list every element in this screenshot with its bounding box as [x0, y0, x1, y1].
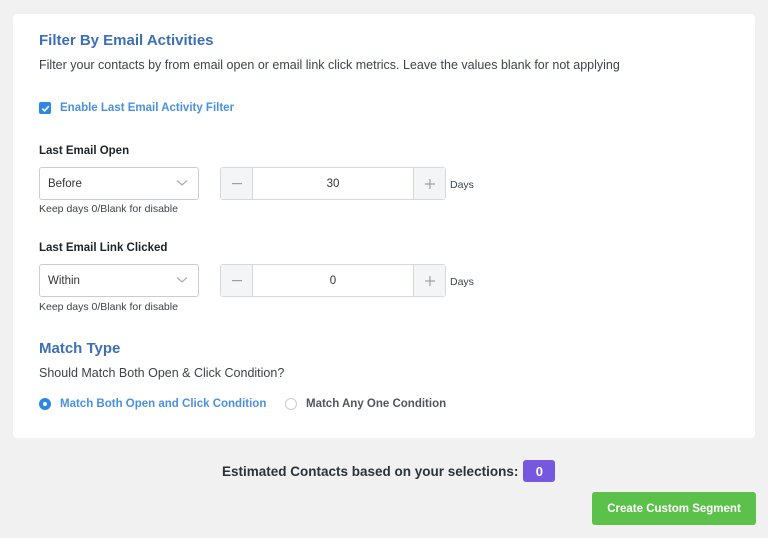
last-open-days-stepper[interactable]: 30 — [220, 167, 446, 200]
last-open-days-input[interactable]: 30 — [253, 168, 413, 199]
match-both-label[interactable]: Match Both Open and Click Condition — [60, 398, 266, 410]
last-click-days-input[interactable]: 0 — [253, 265, 413, 296]
estimate-row: Estimated Contacts based on your selecti… — [222, 460, 556, 482]
filter-description: Filter your contacts by from email open … — [39, 58, 620, 72]
last-open-label: Last Email Open — [39, 145, 130, 157]
chevron-down-icon — [176, 180, 188, 186]
filter-card: Filter By Email Activities Filter your c… — [13, 14, 755, 438]
match-any-label[interactable]: Match Any One Condition — [306, 398, 446, 410]
enable-filter-row[interactable]: Enable Last Email Activity Filter — [39, 102, 234, 114]
match-type-title: Match Type — [39, 340, 121, 357]
last-click-days-stepper[interactable]: 0 — [220, 264, 446, 297]
last-open-select-value: Before — [48, 177, 82, 190]
last-click-select[interactable]: Within — [39, 264, 199, 297]
check-icon — [41, 105, 49, 112]
filter-title: Filter By Email Activities — [39, 32, 214, 49]
last-click-label: Last Email Link Clicked — [39, 242, 168, 254]
days-unit-label: Days — [450, 179, 474, 191]
plus-icon — [424, 275, 435, 286]
last-open-hint: Keep days 0/Blank for disable — [39, 203, 178, 215]
match-any-option[interactable]: Match Any One Condition — [285, 398, 446, 410]
increment-button[interactable] — [413, 168, 445, 199]
match-both-radio[interactable] — [39, 398, 51, 410]
days-unit-label: Days — [450, 276, 474, 288]
minus-icon — [231, 182, 242, 184]
last-click-hint: Keep days 0/Blank for disable — [39, 301, 178, 313]
create-custom-segment-button[interactable]: Create Custom Segment — [592, 492, 756, 525]
match-both-option[interactable]: Match Both Open and Click Condition — [39, 398, 266, 410]
minus-icon — [231, 279, 242, 281]
decrement-button[interactable] — [221, 265, 253, 296]
enable-filter-checkbox[interactable] — [39, 102, 51, 114]
chevron-down-icon — [176, 277, 188, 283]
match-any-radio[interactable] — [285, 398, 297, 410]
decrement-button[interactable] — [221, 168, 253, 199]
estimate-label: Estimated Contacts based on your selecti… — [222, 463, 519, 479]
enable-filter-label[interactable]: Enable Last Email Activity Filter — [60, 102, 234, 114]
increment-button[interactable] — [413, 265, 445, 296]
last-open-select[interactable]: Before — [39, 167, 199, 200]
last-click-select-value: Within — [48, 274, 80, 287]
plus-icon — [424, 178, 435, 189]
match-type-question: Should Match Both Open & Click Condition… — [39, 366, 285, 380]
estimate-count-badge: 0 — [523, 460, 556, 482]
